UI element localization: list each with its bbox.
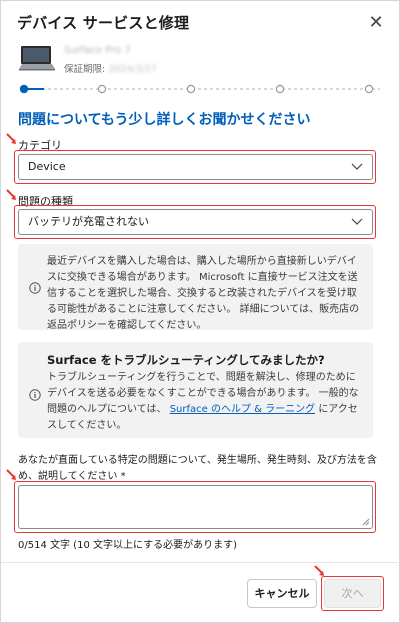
step-progress [19, 84, 380, 94]
red-arrow-marker [6, 469, 16, 480]
description-textarea[interactable] [18, 485, 373, 529]
red-arrow-marker [6, 189, 16, 200]
footer-divider [1, 562, 400, 563]
warranty-date: 2024/3/17 [108, 64, 157, 75]
category-label: カテゴリ [18, 139, 62, 152]
service-dialog: デバイス サービスと修理 ✕ Surface Pro 7 保証期限: 2024/3… [0, 0, 400, 623]
category-value: Device [28, 160, 66, 173]
dialog-title: デバイス サービスと修理 [17, 14, 190, 32]
category-select[interactable]: Device [18, 154, 373, 180]
progress-step-3 [186, 84, 196, 94]
warranty-info: 保証期限: 2024/3/17 [64, 61, 157, 75]
page-heading: 問題についてもう少し詳しくお聞かせください [18, 112, 311, 128]
issue-type-value: バッテリが充電されない [28, 215, 149, 228]
progress-step-1 [19, 84, 29, 94]
close-icon[interactable]: ✕ [365, 13, 387, 35]
progress-step-5 [364, 84, 374, 94]
character-counter: 0/514 文字 (10 文字以上にする必要があります) [18, 540, 237, 551]
resize-grip-icon[interactable] [362, 518, 370, 526]
description-label: あなたが直面している特定の問題について、発生場所、発生時刻、及び方法を含め、説明… [18, 455, 377, 482]
info-icon [29, 389, 41, 401]
help-learning-link[interactable]: Surface のヘルプ & ラーニング [170, 404, 315, 415]
replacement-notice: 最近デバイスを購入した場合は、購入した場所から直接新しいデバイスに交換できる場合… [18, 244, 373, 331]
device-name: Surface Pro 7 [64, 45, 131, 56]
device-laptop-image [19, 46, 55, 71]
issue-type-label: 問題の種類 [18, 195, 73, 208]
warranty-label: 保証期限: [64, 64, 106, 75]
next-button[interactable]: 次へ [324, 579, 381, 608]
issue-type-select[interactable]: バッテリが充電されない [18, 209, 373, 235]
notice-text: 最近デバイスを購入した場合は、購入した場所から直接新しいデバイスに交換できる場合… [47, 256, 360, 331]
chevron-down-icon [351, 218, 363, 225]
progress-step-4 [275, 84, 285, 94]
red-arrow-marker [314, 565, 324, 576]
troubleshooting-tip: Surface をトラブルシューティングしてみましたか? トラブルシューティング… [18, 342, 373, 438]
tip-title: Surface をトラブルシューティングしてみましたか? [47, 353, 325, 367]
chevron-down-icon [351, 163, 363, 170]
cancel-button[interactable]: キャンセル [247, 579, 317, 608]
progress-step-2 [97, 84, 107, 94]
tip-text: トラブルシューティングを行うことで、問題を解決し、修理のためにデバイスを送る必要… [47, 370, 361, 434]
info-icon [29, 282, 41, 294]
red-arrow-marker [6, 133, 16, 144]
